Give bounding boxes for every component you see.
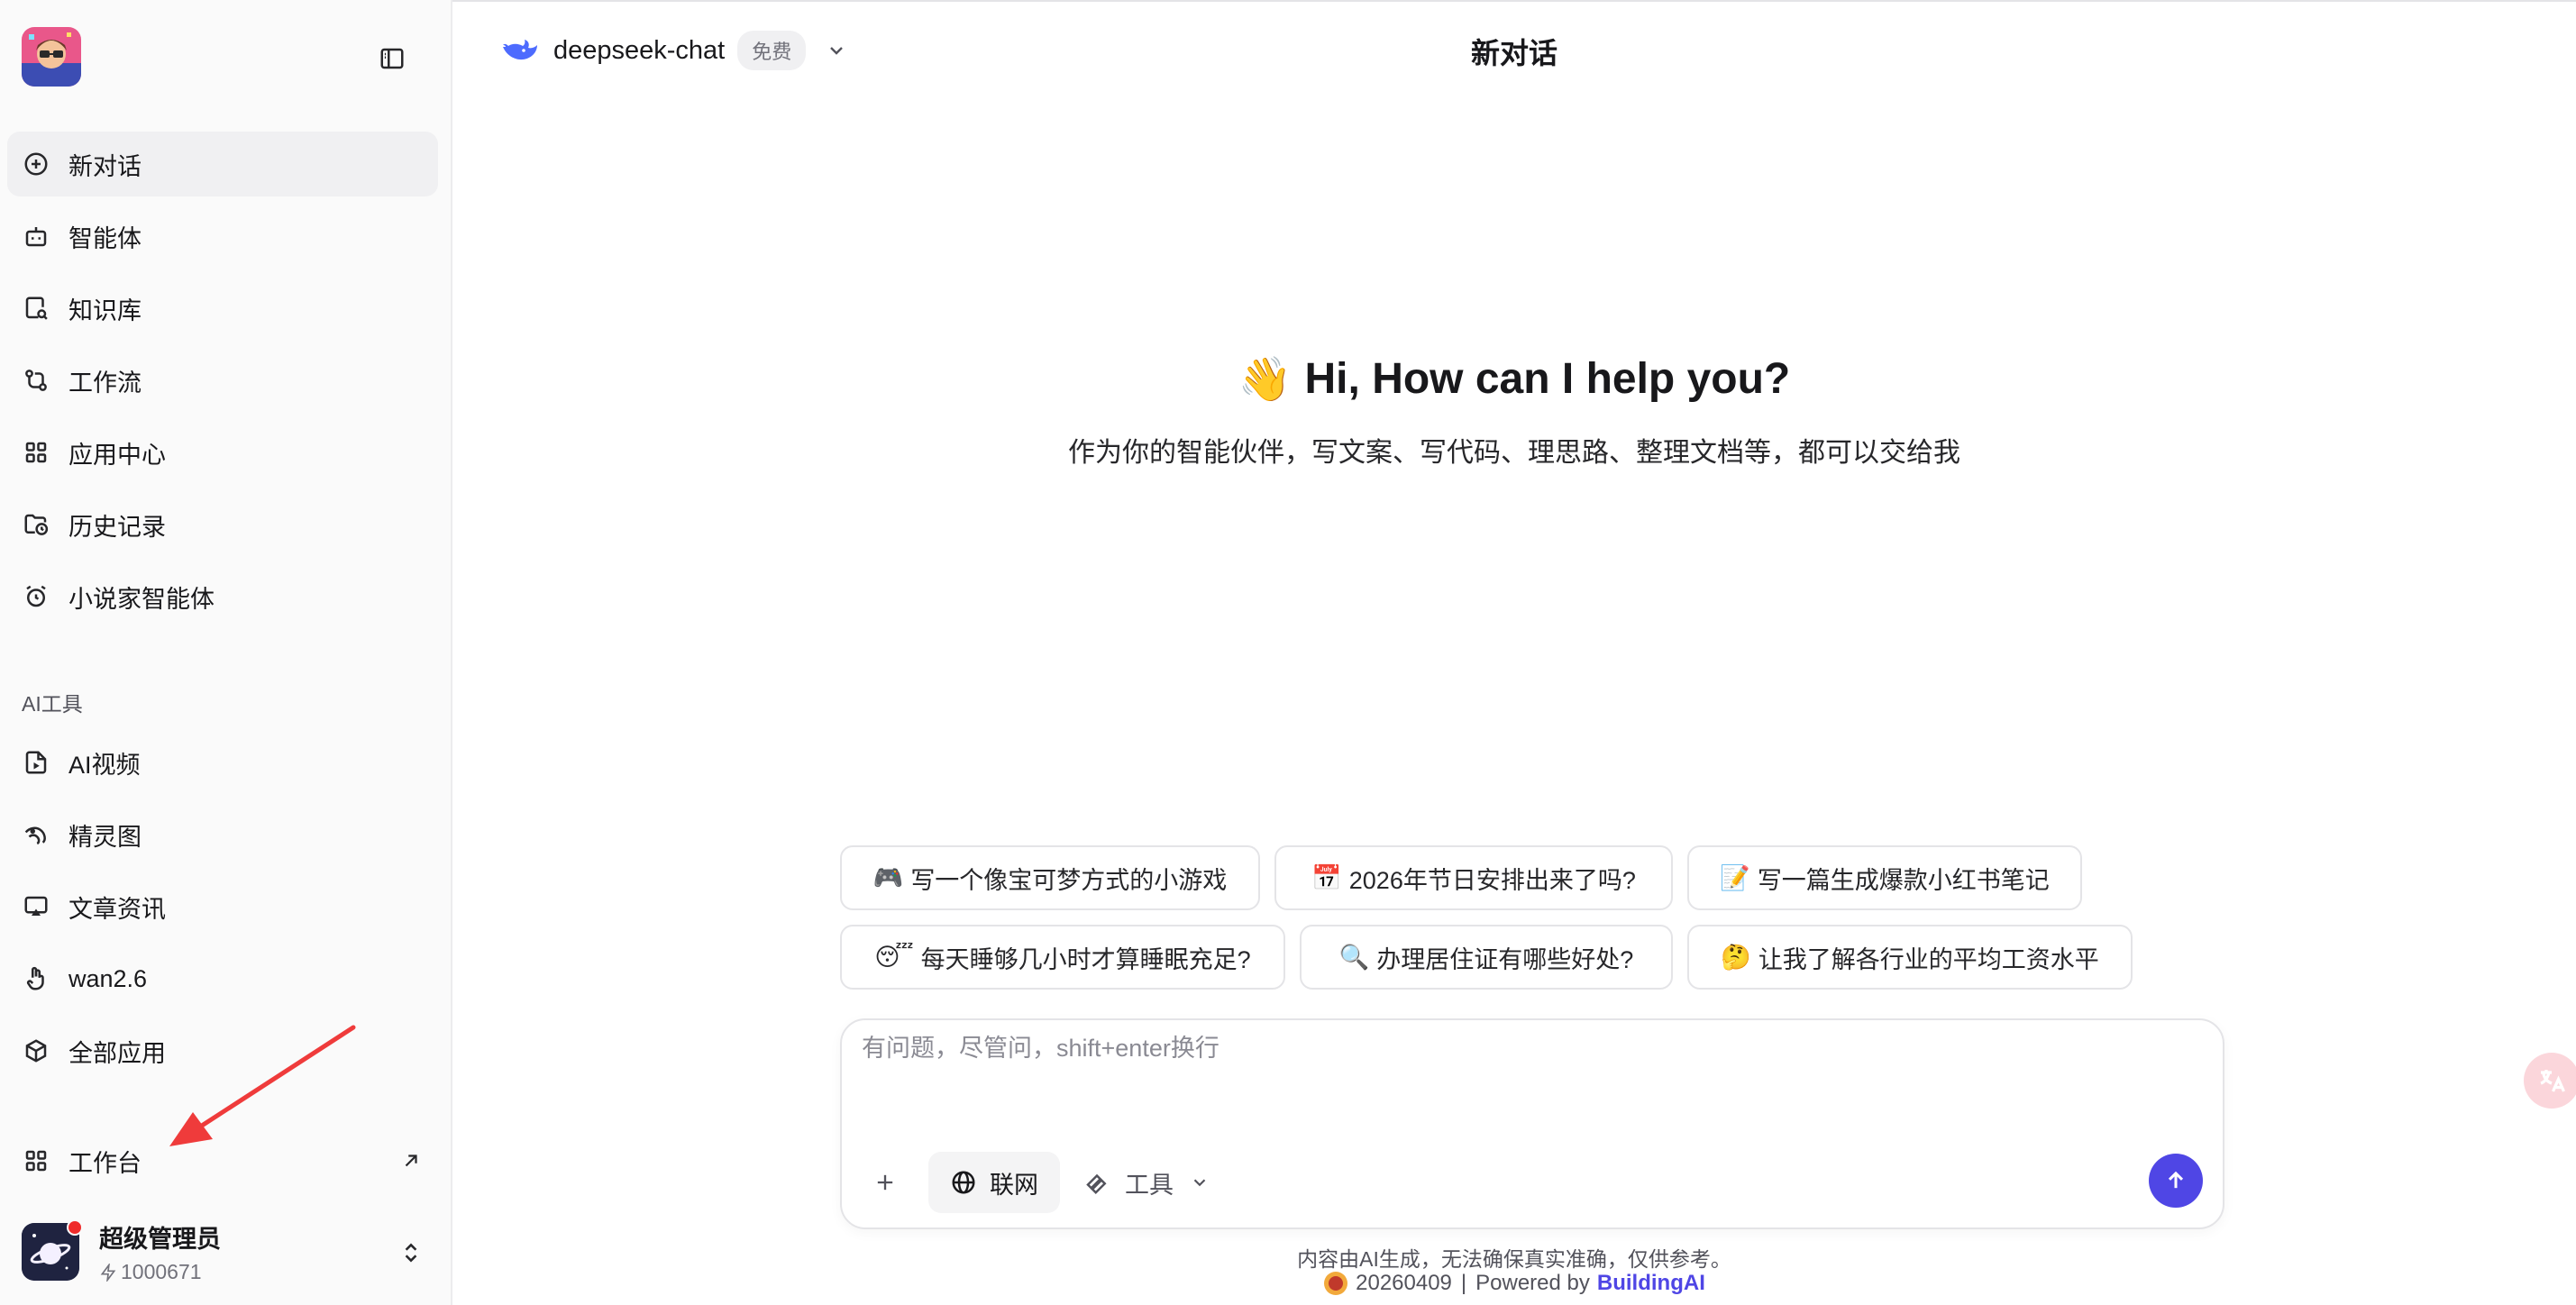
sidebar-item-label: 应用中心 — [69, 441, 166, 469]
notification-dot — [67, 1219, 83, 1236]
version-text: 20260409 — [1356, 1271, 1452, 1295]
sidebar-item-agents[interactable]: 智能体 — [7, 204, 438, 269]
user-name: 超级管理员 — [99, 1226, 221, 1253]
sidebar-item-label: 工作流 — [69, 369, 142, 397]
suggestion-chip[interactable]: 🤔 让我了解各行业的平均工资水平 — [1687, 925, 2133, 990]
suggestion-emoji: 📅 — [1311, 864, 1342, 891]
user-menu[interactable]: 超级管理员 1000671 — [7, 1213, 438, 1291]
knowledge-search-icon — [22, 294, 50, 323]
lightning-icon — [100, 1263, 116, 1282]
arrow-up-icon — [2168, 1171, 2184, 1189]
history-folder-icon — [22, 510, 50, 539]
ai-disclaimer: 内容由AI生成，无法确保真实准确，仅供参考。 — [1297, 1247, 1731, 1271]
suggestion-text: 2026年节日安排出来了吗? — [1348, 866, 1636, 894]
top-header: deepseek-chat 免费 新对话 — [452, 0, 2576, 99]
footer-logo-icon — [1324, 1272, 1348, 1295]
points-value: 1000671 — [121, 1260, 202, 1283]
sidebar-item-label: 历史记录 — [69, 513, 166, 541]
welcome-hero: 👋 Hi, How can I help you? 作为你的智能伙伴，写文案、写… — [452, 353, 2576, 470]
sidebar-item-novelist-agent[interactable]: 小说家智能体 — [7, 564, 438, 629]
external-link-icon[interactable] — [397, 1146, 425, 1175]
cube-icon — [22, 1036, 50, 1065]
sidebar-panel-icon — [380, 48, 404, 69]
sidebar-item-label: 智能体 — [69, 224, 142, 252]
sidebar-item-label: 知识库 — [69, 297, 142, 324]
page-title: 新对话 — [1470, 37, 1557, 69]
suggestion-chip[interactable]: 🔍 办理居住证有哪些好处? — [1300, 925, 1673, 990]
apps-grid-icon — [22, 1146, 50, 1175]
brand-link[interactable]: BuildingAI — [1597, 1271, 1705, 1296]
suggestion-chip[interactable]: 📅 2026年节日安排出来了吗? — [1274, 845, 1673, 910]
sidebar-item-sprite[interactable]: 精灵图 — [7, 802, 438, 867]
tools-label: 工具 — [1125, 1171, 1174, 1199]
sidebar-item-new-chat[interactable]: 新对话 — [7, 132, 438, 196]
attach-button[interactable] — [869, 1166, 901, 1199]
sidebar-toggle-button[interactable] — [377, 43, 407, 74]
user-points: 1000671 — [99, 1260, 221, 1284]
translate-float-button[interactable] — [2524, 1053, 2576, 1109]
tools-icon — [1086, 1173, 1107, 1195]
suggestion-emoji: 📝 — [1720, 864, 1750, 891]
sidebar-item-label: 精灵图 — [69, 823, 142, 851]
sidebar-item-label: wan2.6 — [69, 964, 148, 992]
sidebar-item-knowledge[interactable]: 知识库 — [7, 276, 438, 341]
chat-input[interactable] — [862, 1035, 2124, 1063]
footer-separator: | — [1460, 1271, 1467, 1295]
suggestion-text: 让我了解各行业的平均工资水平 — [1758, 945, 2099, 973]
sidebar-item-label: 新对话 — [69, 152, 142, 180]
suggestion-chip[interactable]: 📝 写一篇生成爆款小红书笔记 — [1687, 845, 2082, 910]
avatar — [22, 1219, 83, 1281]
sidebar-item-label: 文章资讯 — [69, 895, 166, 923]
apps-grid-icon — [22, 438, 50, 467]
translate-icon — [2540, 1070, 2566, 1092]
sidebar-item-app-center[interactable]: 应用中心 — [7, 420, 438, 485]
sidebar-item-ai-video[interactable]: AI视频 — [7, 730, 438, 795]
hand-icon — [22, 964, 50, 993]
app-logo[interactable] — [22, 27, 81, 87]
suggestion-text: 写一篇生成爆款小红书笔记 — [1757, 866, 2050, 894]
sidebar-item-label: 全部应用 — [69, 1039, 166, 1067]
robot-icon — [22, 222, 50, 251]
suggestion-chip[interactable]: 🎮 写一个像宝可梦方式的小游戏 — [840, 845, 1260, 910]
suggestion-emoji: 🔍 — [1338, 944, 1370, 971]
video-file-icon — [22, 748, 50, 777]
chat-composer: 联网 工具 — [840, 1018, 2224, 1229]
globe-icon — [952, 1171, 975, 1194]
section-label-ai-tools: AI工具 — [22, 692, 83, 716]
suggestion-text: 写一个像宝可梦方式的小游戏 — [910, 866, 1228, 894]
sidebar-item-wan[interactable]: wan2.6 — [7, 946, 438, 1011]
cast-screen-icon — [22, 892, 50, 921]
footer-info: 20260409 | Powered by BuildingAI — [452, 1271, 2576, 1296]
plus-icon — [877, 1174, 893, 1191]
sidebar-item-history[interactable]: 历史记录 — [7, 492, 438, 557]
sprite-icon — [22, 820, 50, 849]
suggestion-text: 办理居住证有哪些好处? — [1376, 945, 1634, 973]
welcome-title: 👋 Hi, How can I help you? — [1238, 353, 1790, 405]
suggestion-emoji: 🎮 — [872, 864, 904, 891]
workflow-icon — [22, 366, 50, 395]
sidebar-item-workflow[interactable]: 工作流 — [7, 348, 438, 413]
alarm-clock-icon — [22, 582, 50, 611]
sidebar-nav: 新对话 智能体 知识库 工作流 应用中心 历史记录 小说家智能体 — [7, 132, 438, 636]
suggestion-emoji: 🤔 — [1721, 944, 1751, 971]
welcome-subtitle: 作为你的智能伙伴，写文案、写代码、理思路、整理文档等，都可以交给我 — [1068, 438, 1960, 468]
web-search-label: 联网 — [990, 1171, 1038, 1199]
suggestion-chip[interactable]: 😴 每天睡够几小时才算睡眠充足? — [840, 925, 1285, 990]
sidebar-item-label: AI视频 — [69, 751, 141, 779]
sidebar-item-label: 小说家智能体 — [69, 585, 215, 613]
new-chat-icon — [22, 150, 50, 178]
send-button[interactable] — [2149, 1154, 2203, 1208]
chevron-up-down-icon[interactable] — [397, 1238, 425, 1267]
web-search-toggle[interactable]: 联网 — [928, 1152, 1060, 1213]
suggestion-text: 每天睡够几小时才算睡眠充足? — [920, 945, 1251, 973]
chevron-down-icon — [1190, 1173, 1210, 1192]
sidebar-item-articles[interactable]: 文章资讯 — [7, 874, 438, 939]
welcome-title-text: Hi, How can I help you? — [1304, 355, 1791, 403]
wave-emoji: 👋 — [1238, 356, 1293, 404]
sidebar-item-label: 工作台 — [69, 1149, 142, 1177]
annotation-arrow — [169, 1025, 356, 1146]
suggestion-emoji: 😴 — [874, 943, 914, 971]
powered-by-text: Powered by — [1475, 1271, 1590, 1295]
tools-dropdown[interactable]: 工具 — [1083, 1152, 1210, 1213]
